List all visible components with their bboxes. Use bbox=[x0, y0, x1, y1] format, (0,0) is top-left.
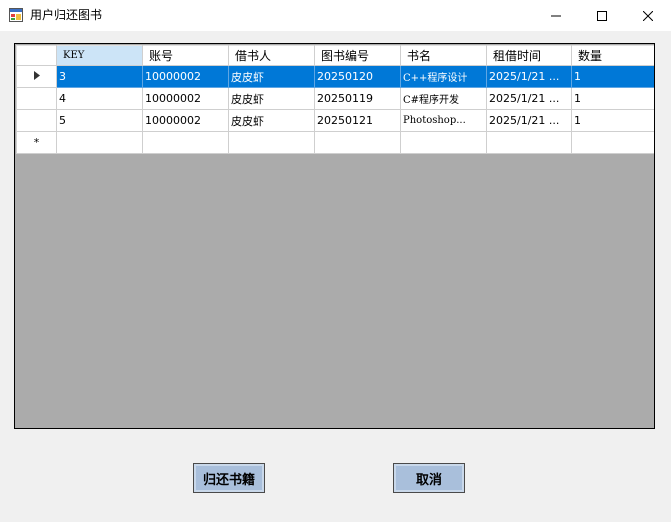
grid-header-row: KEY 账号 借书人 图书编号 书名 租借时间 数量 bbox=[16, 45, 654, 66]
cell-account[interactable]: 10000002 bbox=[142, 87, 229, 110]
column-header-book-id[interactable]: 图书编号 bbox=[314, 45, 401, 66]
maximize-icon bbox=[597, 10, 607, 21]
column-header-borrower[interactable]: 借书人 bbox=[228, 45, 315, 66]
new-cell[interactable] bbox=[56, 131, 143, 154]
cell-key[interactable]: 4 bbox=[56, 87, 143, 110]
cell-book-id[interactable]: 20250120 bbox=[314, 65, 401, 88]
cell-book-id[interactable]: 20250119 bbox=[314, 87, 401, 110]
borrow-records-grid[interactable]: KEY 账号 借书人 图书编号 书名 租借时间 数量 3 10000002 皮皮… bbox=[14, 43, 655, 429]
column-header-quantity[interactable]: 数量 bbox=[571, 45, 654, 66]
new-cell[interactable] bbox=[486, 131, 572, 154]
column-header-account[interactable]: 账号 bbox=[142, 45, 229, 66]
title-bar: 用户归还图书 bbox=[0, 0, 671, 31]
table-row[interactable]: 5 10000002 皮皮虾 20250121 Photoshop... 202… bbox=[16, 109, 654, 132]
maximize-button[interactable] bbox=[579, 0, 625, 31]
table-row[interactable]: 4 10000002 皮皮虾 20250119 C#程序开发 2025/1/21… bbox=[16, 87, 654, 110]
minimize-icon bbox=[551, 15, 561, 16]
new-cell[interactable] bbox=[400, 131, 487, 154]
return-book-button[interactable]: 归还书籍 bbox=[193, 463, 265, 493]
cell-key[interactable]: 5 bbox=[56, 109, 143, 132]
close-button[interactable] bbox=[625, 0, 671, 31]
grid-table: KEY 账号 借书人 图书编号 书名 租借时间 数量 3 10000002 皮皮… bbox=[16, 45, 654, 154]
column-header-key[interactable]: KEY bbox=[56, 45, 143, 66]
new-row[interactable]: * bbox=[16, 131, 654, 154]
cell-quantity[interactable]: 1 bbox=[571, 65, 654, 88]
cell-book-id[interactable]: 20250121 bbox=[314, 109, 401, 132]
row-header[interactable] bbox=[16, 109, 57, 132]
cell-book-name[interactable]: C++程序设计 bbox=[400, 65, 487, 88]
new-row-marker[interactable]: * bbox=[16, 131, 57, 154]
cell-borrower[interactable]: 皮皮虾 bbox=[228, 109, 315, 132]
row-header-corner[interactable] bbox=[16, 45, 57, 66]
cell-borrow-time[interactable]: 2025/1/21 ... bbox=[486, 65, 572, 88]
table-row[interactable]: 3 10000002 皮皮虾 20250120 C++程序设计 2025/1/2… bbox=[16, 65, 654, 88]
app-form-icon bbox=[9, 8, 23, 22]
cell-key[interactable]: 3 bbox=[56, 65, 143, 88]
cell-quantity[interactable]: 1 bbox=[571, 87, 654, 110]
new-cell[interactable] bbox=[228, 131, 315, 154]
cell-borrower[interactable]: 皮皮虾 bbox=[228, 87, 315, 110]
new-cell[interactable] bbox=[314, 131, 401, 154]
close-icon bbox=[643, 10, 653, 21]
cell-borrow-time[interactable]: 2025/1/21 ... bbox=[486, 109, 572, 132]
cancel-button[interactable]: 取消 bbox=[393, 463, 465, 493]
cell-borrow-time[interactable]: 2025/1/21 ... bbox=[486, 87, 572, 110]
window-title: 用户归还图书 bbox=[30, 8, 103, 22]
cell-book-name[interactable]: C#程序开发 bbox=[400, 87, 487, 110]
cell-account[interactable]: 10000002 bbox=[142, 65, 229, 88]
current-row-arrow-icon bbox=[33, 71, 40, 80]
minimize-button[interactable] bbox=[533, 0, 579, 31]
column-header-borrow-time[interactable]: 租借时间 bbox=[486, 45, 572, 66]
new-cell[interactable] bbox=[142, 131, 229, 154]
cell-quantity[interactable]: 1 bbox=[571, 109, 654, 132]
cell-account[interactable]: 10000002 bbox=[142, 109, 229, 132]
column-header-book-name[interactable]: 书名 bbox=[400, 45, 487, 66]
new-cell[interactable] bbox=[571, 131, 654, 154]
row-header[interactable] bbox=[16, 65, 57, 88]
cell-borrower[interactable]: 皮皮虾 bbox=[228, 65, 315, 88]
cell-book-name[interactable]: Photoshop... bbox=[400, 109, 487, 132]
row-header[interactable] bbox=[16, 87, 57, 110]
